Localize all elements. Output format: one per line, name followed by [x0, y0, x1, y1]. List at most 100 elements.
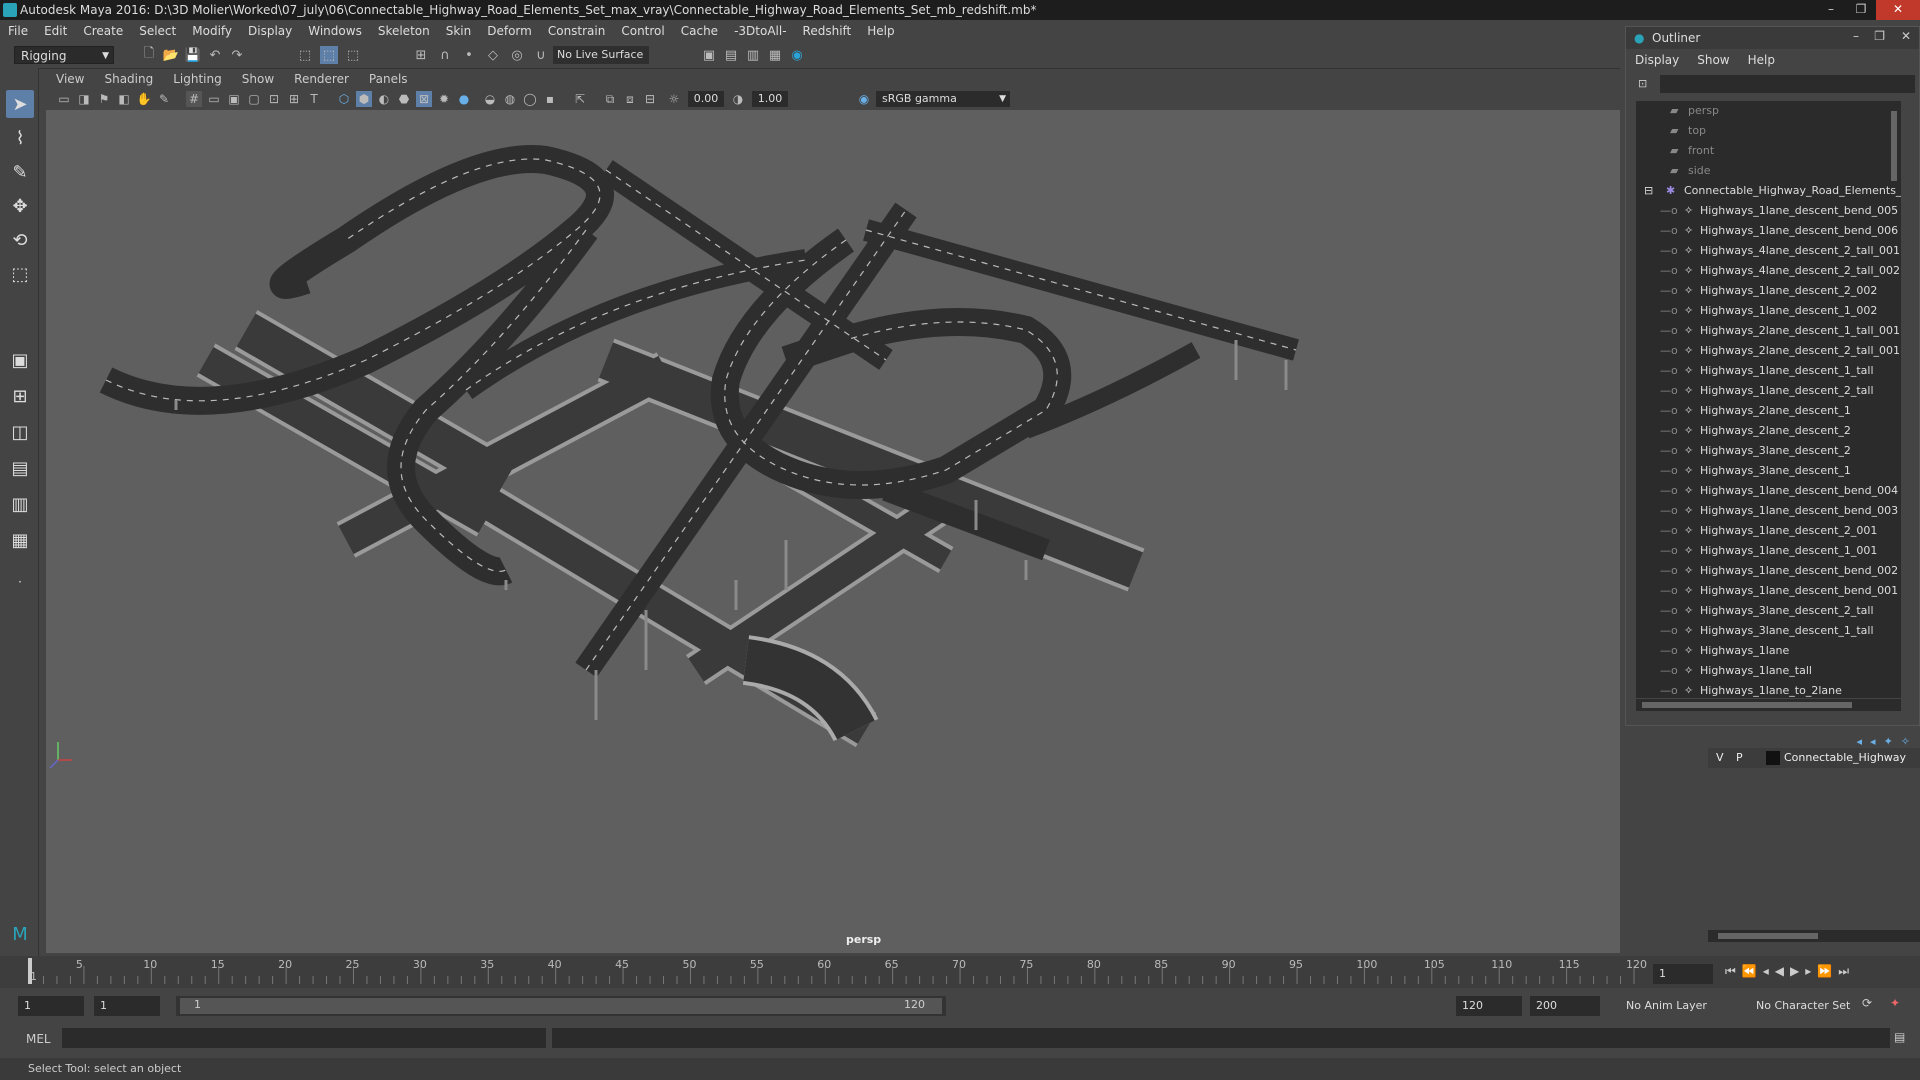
snap-surface-icon[interactable]: ◎ — [508, 46, 526, 64]
outliner-item[interactable]: —o ✧ Highways_2lane_descent_2 — [1636, 421, 1901, 441]
outliner-menu-help[interactable]: Help — [1739, 53, 1784, 71]
current-frame-field[interactable]: 1 — [1653, 964, 1713, 984]
preferences-icon[interactable]: ✦ — [1890, 996, 1900, 1010]
menu-skeleton[interactable]: Skeleton — [370, 24, 438, 38]
menu-modify[interactable]: Modify — [184, 24, 240, 38]
gamma-icon[interactable]: ◑ — [730, 91, 746, 107]
viewport-persp[interactable]: persp — [46, 110, 1620, 953]
outliner-item[interactable]: —o ✧ Highways_3lane_descent_1_tall — [1636, 621, 1901, 641]
layer-visibility-toggle[interactable]: V — [1716, 748, 1724, 768]
snap-grid-icon[interactable]: ⊞ — [412, 46, 430, 64]
select-hierarchy-icon[interactable]: ⬚ — [296, 46, 314, 64]
wireframe-icon[interactable]: ⬡ — [336, 91, 352, 107]
outliner-item[interactable]: —o ✧ Highways_4lane_descent_2_tall_002 — [1636, 261, 1901, 281]
outliner-camera-side[interactable]: ▰ side — [1636, 161, 1901, 181]
play-forward-icon[interactable]: ▶ — [1790, 964, 1799, 979]
outliner-item[interactable]: —o ✧ Highways_1lane_to_2lane — [1636, 681, 1901, 698]
move-tool-icon[interactable]: ✥ — [6, 192, 34, 220]
live-surface-field[interactable]: No Live Surface — [553, 46, 649, 64]
filter-icon[interactable]: ⊡ — [1638, 77, 1647, 90]
menu-set-dropdown[interactable]: Rigging ▼ — [14, 46, 114, 64]
outliner-item[interactable]: —o ✧ Highways_1lane_descent_1_tall — [1636, 361, 1901, 381]
hypershade-layout-icon[interactable]: ▦ — [6, 526, 34, 554]
outliner-camera-front[interactable]: ▰ front — [1636, 141, 1901, 161]
anim-layer-dropdown[interactable]: No Anim Layer — [1620, 996, 1740, 1016]
playback-end-field[interactable]: 120 — [1456, 996, 1522, 1016]
ipr-render-icon[interactable]: ▥ — [744, 46, 762, 64]
menu-help[interactable]: Help — [859, 24, 902, 38]
grease-pencil-icon[interactable]: ✎ — [156, 91, 172, 107]
menu-edit[interactable]: Edit — [36, 24, 75, 38]
film-gate-icon[interactable]: ▭ — [206, 91, 222, 107]
single-view-icon[interactable]: ▣ — [6, 346, 34, 374]
outliner-camera-persp[interactable]: ▰ persp — [1636, 101, 1901, 121]
four-view-icon[interactable]: ⊞ — [6, 382, 34, 410]
display-layer-row[interactable]: V P Connectable_Highway — [1708, 748, 1920, 768]
play-backward-icon[interactable]: ◀ — [1775, 964, 1784, 979]
go-to-end-icon[interactable]: ⏭ — [1838, 964, 1849, 979]
time-slider[interactable]: 1 5 10 15 20 25 30 35 40 45 50 55 60 65 70 75 80 85 90 95 10… — [0, 956, 1920, 988]
outliner-menu-show[interactable]: Show — [1688, 53, 1738, 71]
outliner-item[interactable]: —o ✧ Highways_1lane_descent_2_002 — [1636, 281, 1901, 301]
outliner-minimize-icon[interactable]: – — [1853, 29, 1859, 43]
current-time-marker[interactable] — [28, 958, 32, 984]
select-tool-icon[interactable]: ➤ — [6, 90, 34, 118]
menu-select[interactable]: Select — [131, 24, 184, 38]
image-plane-icon[interactable]: ◧ — [116, 91, 132, 107]
menu-windows[interactable]: Windows — [300, 24, 370, 38]
animation-end-field[interactable]: 200 — [1530, 996, 1600, 1016]
hypershade-icon[interactable]: ◉ — [788, 46, 806, 64]
outliner-vertical-scrollbar[interactable] — [1889, 109, 1899, 696]
minimize-button[interactable]: – — [1816, 0, 1846, 20]
anti-aliasing-icon[interactable]: ◯ — [522, 91, 538, 107]
snap-view-icon[interactable]: ◇ — [484, 46, 502, 64]
smooth-shade-icon[interactable]: ⬢ — [356, 91, 372, 107]
range-slider[interactable]: 1 120 — [176, 996, 946, 1016]
menu-control[interactable]: Control — [613, 24, 672, 38]
xray-joints-icon[interactable]: ⧈ — [622, 91, 638, 107]
motion-blur-icon[interactable]: ◍ — [502, 91, 518, 107]
outliner-item[interactable]: —o ✧ Highways_1lane_descent_bend_001 — [1636, 581, 1901, 601]
outliner-item[interactable]: —o ✧ Highways_3lane_descent_2 — [1636, 441, 1901, 461]
snap-curve-icon[interactable]: ∩ — [436, 46, 454, 64]
new-layer-icon[interactable]: ✦ — [1884, 735, 1893, 748]
outliner-group[interactable]: ⊟ ✱ Connectable_Highway_Road_Elements_S — [1636, 181, 1901, 201]
screen-space-ao-icon[interactable]: ◒ — [482, 91, 498, 107]
outliner-menu-display[interactable]: Display — [1626, 53, 1688, 71]
panel-menu-view[interactable]: View — [46, 72, 94, 86]
outliner-item[interactable]: —o ✧ Highways_1lane_descent_bend_003 — [1636, 501, 1901, 521]
rotate-tool-icon[interactable]: ⟲ — [6, 226, 34, 254]
layout-more-icon[interactable]: · — [6, 568, 34, 596]
side-by-side-icon[interactable]: ◫ — [6, 418, 34, 446]
shadows-icon[interactable]: ● — [456, 91, 472, 107]
layer-playback-toggle[interactable]: P — [1736, 748, 1743, 768]
camera-icon[interactable]: ▭ — [56, 91, 72, 107]
outliner-item[interactable]: —o ✧ Highways_2lane_descent_1_tall_001 — [1636, 321, 1901, 341]
xray-components-icon[interactable]: ⊟ — [642, 91, 658, 107]
outliner-item[interactable]: —o ✧ Highways_1lane_descent_2_tall — [1636, 381, 1901, 401]
scale-tool-icon[interactable]: ⬚ — [6, 260, 34, 288]
redo-icon[interactable]: ↷ — [228, 46, 246, 64]
step-forward-key-icon[interactable]: ⏩ — [1817, 964, 1832, 979]
snap-magnet-icon[interactable]: ∪ — [532, 46, 550, 64]
menu-redshift[interactable]: Redshift — [795, 24, 860, 38]
outliner-item[interactable]: —o ✧ Highways_3lane_descent_1 — [1636, 461, 1901, 481]
collapse-icon[interactable]: ⊟ — [1644, 181, 1653, 201]
exposure-field[interactable]: 0.00 — [688, 91, 724, 107]
persp-graph-icon[interactable]: ▥ — [6, 490, 34, 518]
menu-display[interactable]: Display — [240, 24, 300, 38]
isolate-select-icon[interactable]: ⇱ — [572, 91, 588, 107]
render-view-icon[interactable]: ▦ — [766, 46, 784, 64]
wireframe-on-shaded-icon[interactable]: ⬣ — [396, 91, 412, 107]
go-to-start-icon[interactable]: ⏮ — [1725, 964, 1736, 979]
menu-create[interactable]: Create — [75, 24, 131, 38]
new-layer-selected-icon[interactable]: ✧ — [1901, 735, 1910, 748]
script-editor-icon[interactable]: ▤ — [1894, 1030, 1905, 1044]
open-scene-icon[interactable]: 📂 — [162, 46, 180, 64]
default-lighting-icon[interactable]: ◐ — [376, 91, 392, 107]
new-scene-icon[interactable]: 🗋 — [140, 46, 158, 64]
gate-mask-icon[interactable]: ▢ — [246, 91, 262, 107]
menu-cache[interactable]: Cache — [673, 24, 726, 38]
undo-icon[interactable]: ↶ — [206, 46, 224, 64]
layer-color-swatch[interactable] — [1766, 751, 1780, 765]
